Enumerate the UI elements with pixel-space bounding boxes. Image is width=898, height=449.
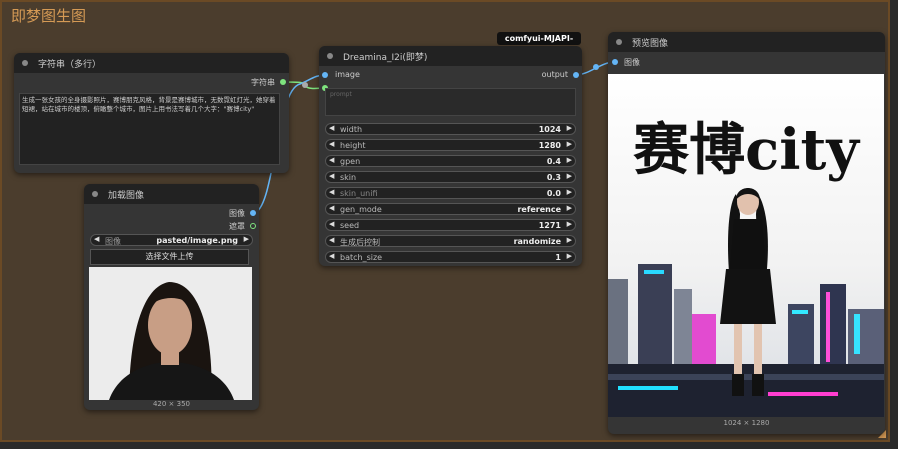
arrow-right-icon[interactable]: ▶: [244, 235, 249, 243]
load-image-node[interactable]: 加载图像 图像 遮罩 ◀ 图像 pasted/image.png ▶ 选择文件上…: [84, 184, 259, 410]
node-header[interactable]: 加载图像: [84, 184, 259, 204]
node-header[interactable]: 预览图像: [608, 32, 885, 52]
arrow-left-icon[interactable]: ◀: [329, 140, 334, 148]
preview-image: 赛博city: [608, 74, 884, 417]
output-label-image: 图像: [229, 209, 245, 218]
gen-mode-widget[interactable]: ◀ gen_mode reference ▶: [325, 203, 576, 215]
widget-value: randomize: [513, 237, 561, 246]
seed-widget[interactable]: ◀ seed 1271 ▶: [325, 219, 576, 231]
collapse-dot-icon[interactable]: [92, 191, 98, 197]
image-select-widget[interactable]: ◀ 图像 pasted/image.png ▶: [90, 234, 253, 246]
arrow-left-icon[interactable]: ◀: [329, 172, 334, 180]
node-header[interactable]: 字符串（多行）: [14, 53, 289, 73]
node-title: Dreamina_I2i(即梦): [343, 53, 428, 63]
node-title: 字符串（多行）: [38, 60, 102, 70]
preview-image-node[interactable]: 预览图像 图像 赛博city 1024 × 1280: [608, 32, 885, 434]
batch-size-widget[interactable]: ◀ batch_size 1 ▶: [325, 251, 576, 263]
portrait-image: [89, 267, 252, 400]
widget-label: gpen: [340, 157, 361, 166]
width-widget[interactable]: ◀ width 1024 ▶: [325, 123, 576, 135]
image-input-socket[interactable]: [612, 59, 618, 65]
widget-value: 1271: [538, 221, 561, 230]
widget-value: pasted/image.png: [156, 236, 238, 245]
widget-value: 0.3: [546, 173, 561, 182]
image-size-label: 1024 × 1280: [723, 419, 770, 427]
height-widget[interactable]: ◀ height 1280 ▶: [325, 139, 576, 151]
reroute-dot: [302, 82, 308, 88]
arrow-left-icon[interactable]: ◀: [329, 188, 334, 196]
arrow-right-icon[interactable]: ▶: [567, 140, 572, 148]
widget-label: height: [340, 141, 366, 150]
collapse-dot-icon[interactable]: [327, 53, 333, 59]
widget-value: 1024: [538, 125, 561, 134]
widget-label: width: [340, 125, 363, 134]
input-label: image: [335, 70, 360, 79]
link-midpoint: [593, 64, 599, 70]
node-source-badge: comfyui-MJAPI-party: [497, 32, 581, 56]
widget-label: seed: [340, 221, 360, 230]
arrow-left-icon[interactable]: ◀: [329, 204, 334, 212]
output-socket[interactable]: [573, 72, 579, 78]
control-after-generate-widget[interactable]: ◀ 生成后控制 randomize ▶: [325, 235, 576, 247]
skin-unifi-widget[interactable]: ◀ skin_unifi 0.0 ▶: [325, 187, 576, 199]
arrow-left-icon[interactable]: ◀: [329, 236, 334, 244]
arrow-right-icon[interactable]: ▶: [567, 156, 572, 164]
string-multiline-node[interactable]: 字符串（多行） 字符串 生成一张女孩的全身摄影照片，赛博朋克风格，背景是赛博城市…: [14, 53, 289, 173]
node-title: 预览图像: [632, 39, 669, 49]
output-label: output: [541, 70, 568, 79]
input-label: 图像: [624, 58, 640, 67]
arrow-left-icon[interactable]: ◀: [329, 252, 334, 260]
widget-label: 生成后控制: [340, 238, 380, 247]
node-header[interactable]: Dreamina_I2i(即梦): [319, 46, 582, 66]
arrow-left-icon[interactable]: ◀: [329, 220, 334, 228]
widget-value: reference: [517, 205, 561, 214]
arrow-left-icon[interactable]: ◀: [329, 124, 334, 132]
calligraphy-title: 赛博city: [633, 117, 860, 183]
dreamina-i2i-node[interactable]: Dreamina_I2i(即梦) image output prompt ◀ w…: [319, 46, 582, 266]
arrow-right-icon[interactable]: ▶: [567, 188, 572, 196]
widget-label: skin: [340, 173, 357, 182]
collapse-dot-icon[interactable]: [616, 39, 622, 45]
widget-value: 0.0: [546, 189, 561, 198]
string-output-socket[interactable]: [280, 79, 286, 85]
widget-value: 1: [555, 253, 561, 262]
collapse-dot-icon[interactable]: [22, 60, 28, 66]
prompt-field[interactable]: prompt: [325, 88, 576, 116]
widget-label: skin_unifi: [340, 189, 378, 198]
gpen-widget[interactable]: ◀ gpen 0.4 ▶: [325, 155, 576, 167]
widget-label: batch_size: [340, 253, 383, 262]
mask-output-socket[interactable]: [250, 223, 256, 229]
node-title: 加载图像: [108, 191, 145, 201]
arrow-left-icon[interactable]: ◀: [329, 156, 334, 164]
output-label: 字符串: [251, 78, 275, 87]
arrow-right-icon[interactable]: ▶: [567, 236, 572, 244]
arrow-left-icon[interactable]: ◀: [94, 235, 99, 243]
widget-label: gen_mode: [340, 205, 382, 214]
image-input-socket[interactable]: [322, 72, 328, 78]
arrow-right-icon[interactable]: ▶: [567, 172, 572, 180]
output-label-mask: 遮罩: [229, 222, 245, 231]
widget-label: 图像: [105, 237, 121, 246]
prompt-textarea[interactable]: 生成一张女孩的全身摄影照片，赛博朋克风格，背景是赛博城市，无数霓虹灯光，她穿着短…: [19, 93, 280, 165]
arrow-right-icon[interactable]: ▶: [567, 124, 572, 132]
image-output-socket[interactable]: [250, 210, 256, 216]
skin-widget[interactable]: ◀ skin 0.3 ▶: [325, 171, 576, 183]
upload-button[interactable]: 选择文件上传: [90, 249, 249, 265]
widget-value: 1280: [538, 141, 561, 150]
widget-value: 0.4: [546, 157, 561, 166]
arrow-right-icon[interactable]: ▶: [567, 220, 572, 228]
image-size-label: 420 × 350: [152, 400, 191, 408]
arrow-right-icon[interactable]: ▶: [567, 252, 572, 260]
arrow-right-icon[interactable]: ▶: [567, 204, 572, 212]
